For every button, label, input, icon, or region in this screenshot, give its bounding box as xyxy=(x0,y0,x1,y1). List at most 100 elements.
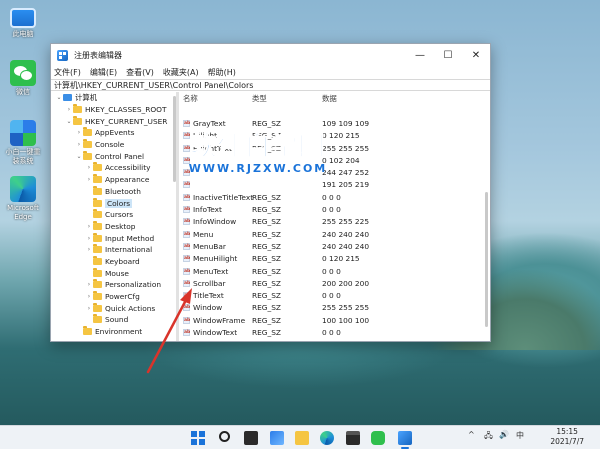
expand-chevron-icon[interactable]: › xyxy=(85,293,93,300)
tree-item[interactable]: ⌄ Control Panel xyxy=(51,150,176,162)
value-row[interactable]: ab InfoWindow REG_SZ 255 255 225 xyxy=(179,216,490,228)
menu-favorites[interactable]: 收藏夹(A) xyxy=(163,67,199,78)
value-row[interactable]: ab 0 102 204 xyxy=(179,154,490,166)
tree-item[interactable]: › Personalization xyxy=(51,279,176,291)
column-header-name[interactable]: 名称 xyxy=(179,93,252,104)
close-button[interactable]: ✕ xyxy=(462,44,490,66)
expand-chevron-icon[interactable]: › xyxy=(85,164,93,171)
expand-chevron-icon[interactable]: ⌄ xyxy=(55,94,63,101)
expand-chevron-icon[interactable]: › xyxy=(85,246,93,253)
tree-item[interactable]: Colors xyxy=(51,197,176,209)
string-value-icon: ab xyxy=(183,279,191,287)
value-row[interactable]: ab Scrollbar REG_SZ 200 200 200 xyxy=(179,277,490,289)
tree-item[interactable]: Mouse xyxy=(51,267,176,279)
search-icon[interactable] xyxy=(219,431,230,442)
edge-icon[interactable] xyxy=(320,431,334,445)
folder-icon xyxy=(93,279,102,289)
tree-item[interactable]: › Input Method xyxy=(51,232,176,244)
expand-chevron-icon[interactable]: › xyxy=(75,141,83,148)
expand-chevron-icon[interactable]: › xyxy=(85,305,93,312)
expand-chevron-icon[interactable]: ⌄ xyxy=(75,153,83,160)
tree-item[interactable]: Sound xyxy=(51,314,176,326)
folder-icon xyxy=(93,220,102,230)
value-row[interactable]: ab Hilight REG_SZ 0 120 215 xyxy=(179,130,490,142)
desktop-icon-label: 微信 xyxy=(16,88,30,96)
value-row[interactable]: ab InactiveTitleText REG_SZ 0 0 0 xyxy=(179,191,490,203)
menu-edit[interactable]: 编辑(E) xyxy=(90,67,117,78)
maximize-button[interactable]: ☐ xyxy=(434,44,462,66)
wechat-icon[interactable] xyxy=(371,431,385,445)
value-row[interactable]: ab 244 247 252 xyxy=(179,166,490,178)
tree-item[interactable]: Cursors xyxy=(51,209,176,221)
value-row[interactable]: ab InfoText REG_SZ 0 0 0 xyxy=(179,203,490,215)
value-name: Scrollbar xyxy=(193,278,226,288)
desktop-icon-wechat[interactable]: 微信 xyxy=(4,60,42,97)
network-icon[interactable]: 🖧 xyxy=(484,430,493,444)
tree-item[interactable]: ⌄ HKEY_CURRENT_USER xyxy=(51,115,176,127)
tree-item[interactable]: › Appearance xyxy=(51,174,176,186)
value-row[interactable]: ab WindowText REG_SZ 0 0 0 xyxy=(179,326,490,338)
tree-item[interactable]: › PowerCfg xyxy=(51,291,176,303)
string-value-icon: ab xyxy=(183,316,191,324)
value-row[interactable]: ab HilightText REG_SZ 255 255 255 xyxy=(179,142,490,154)
tree-item[interactable]: ⌄ 计算机 xyxy=(51,92,176,104)
tree-item[interactable]: › Accessibility xyxy=(51,162,176,174)
desktop-icon-this-pc[interactable]: 此电脑 xyxy=(4,4,42,39)
tree-item[interactable]: Keyboard xyxy=(51,255,176,268)
expand-chevron-icon[interactable]: ⌄ xyxy=(65,118,73,125)
column-header-data[interactable]: 数据 xyxy=(322,93,402,104)
expand-chevron-icon[interactable]: › xyxy=(85,281,93,288)
tree-item[interactable]: › Quick Actions xyxy=(51,302,176,314)
tree-item[interactable]: › International xyxy=(51,244,176,256)
value-name: MenuHilight xyxy=(193,254,238,264)
value-row[interactable]: ab MenuHilight REG_SZ 0 120 215 xyxy=(179,253,490,265)
value-type-cell: REG_SZ xyxy=(252,205,281,215)
taskbar-clock[interactable]: 15:15 2021/7/7 xyxy=(550,427,584,447)
expand-chevron-icon[interactable]: › xyxy=(85,176,93,183)
expand-chevron-icon[interactable]: › xyxy=(85,235,93,242)
menu-help[interactable]: 帮助(H) xyxy=(208,67,236,78)
value-row[interactable]: ab Window REG_SZ 255 255 255 xyxy=(179,302,490,314)
value-row[interactable]: ab WindowFrame REG_SZ 100 100 100 xyxy=(179,314,490,326)
menu-file[interactable]: 文件(F) xyxy=(54,67,81,78)
value-row[interactable]: ab MenuText REG_SZ 0 0 0 xyxy=(179,265,490,277)
value-name-cell: ab InfoWindow xyxy=(179,217,252,226)
folder-icon xyxy=(73,115,82,125)
column-header-type[interactable]: 类型 xyxy=(252,93,322,104)
tree-scrollbar[interactable] xyxy=(173,96,176,182)
store-icon[interactable] xyxy=(346,431,360,445)
desktop-icon-edge[interactable]: Microsoft Edge xyxy=(4,176,42,222)
desktop-icon-upgrade-tool[interactable]: 小白一键重装系统 xyxy=(4,120,42,166)
regedit-icon[interactable] xyxy=(398,431,412,445)
widgets-icon[interactable] xyxy=(270,431,284,445)
value-row[interactable]: ab Menu REG_SZ 240 240 240 xyxy=(179,228,490,240)
value-data-cell: 0 0 0 xyxy=(322,291,341,301)
tree-item[interactable]: Bluetooth xyxy=(51,185,176,198)
tree-item[interactable]: › Console xyxy=(51,139,176,151)
start-icon[interactable] xyxy=(191,431,205,445)
menu-view[interactable]: 查看(V) xyxy=(126,67,154,78)
tree-item[interactable]: › HKEY_CLASSES_ROOT xyxy=(51,104,176,116)
address-bar[interactable]: 计算机\HKEY_CURRENT_USER\Control Panel\Colo… xyxy=(51,79,490,91)
ime-indicator[interactable]: 中 xyxy=(516,430,524,441)
volume-icon[interactable]: 🔊 xyxy=(499,430,509,439)
expand-chevron-icon[interactable]: › xyxy=(75,129,83,136)
value-row[interactable] xyxy=(179,105,490,117)
value-row[interactable]: ab MenuBar REG_SZ 240 240 240 xyxy=(179,240,490,252)
tree-item[interactable]: › AppEvents xyxy=(51,127,176,139)
value-name-cell: ab MenuText xyxy=(179,267,252,276)
string-value-icon: ab xyxy=(183,242,191,250)
tree-item[interactable]: Environment xyxy=(51,326,176,338)
task-view-icon[interactable] xyxy=(244,431,258,445)
expand-chevron-icon[interactable]: › xyxy=(65,106,73,113)
tray-chevron-icon[interactable]: ^ xyxy=(468,430,475,439)
value-row[interactable]: ab GrayText REG_SZ 109 109 109 xyxy=(179,117,490,129)
expand-chevron-icon[interactable]: › xyxy=(85,223,93,230)
file-explorer-icon[interactable] xyxy=(295,431,309,445)
minimize-button[interactable]: — xyxy=(406,44,434,66)
value-row[interactable]: ab TitleText REG_SZ 0 0 0 xyxy=(179,289,490,301)
title-bar[interactable]: 注册表编辑器 — ☐ ✕ xyxy=(51,44,490,66)
tree-item[interactable]: › Desktop xyxy=(51,220,176,233)
values-scrollbar[interactable] xyxy=(485,192,488,327)
value-row[interactable]: ab 191 205 219 xyxy=(179,179,490,191)
